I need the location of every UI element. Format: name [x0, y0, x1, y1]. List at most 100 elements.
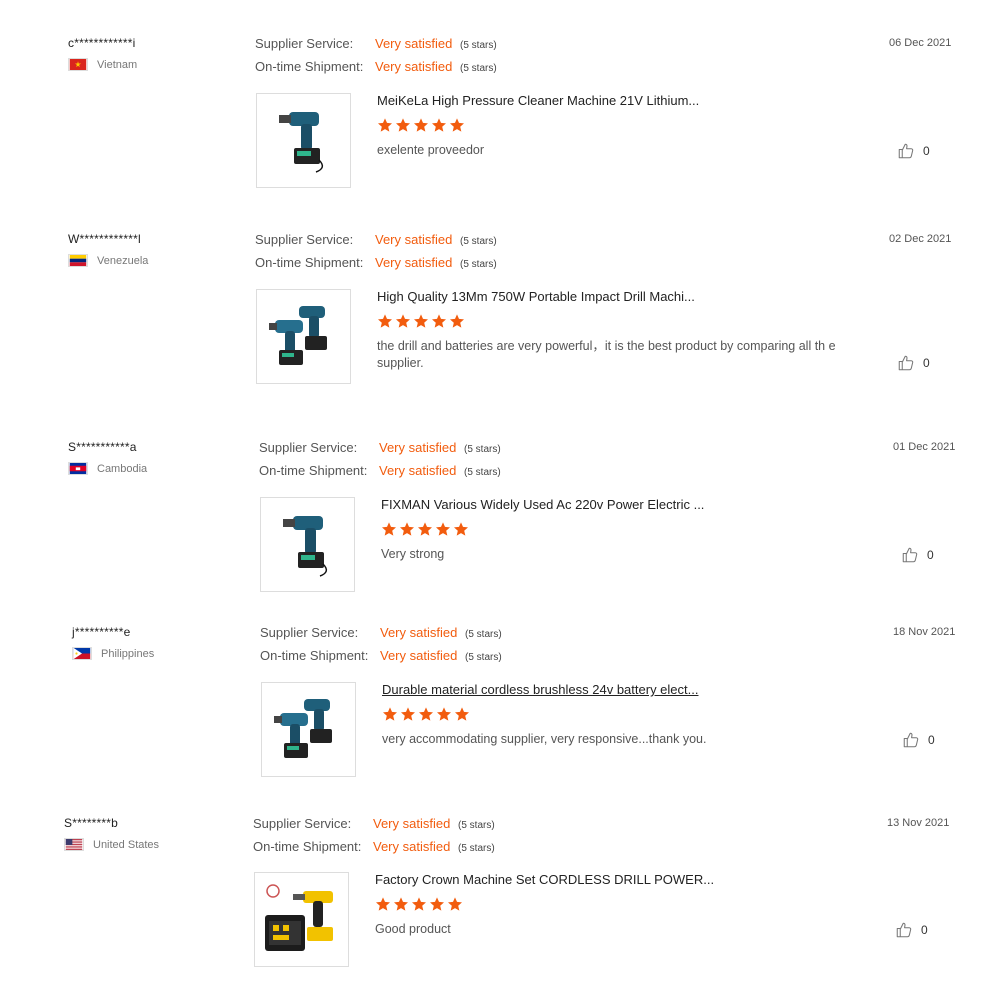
impact-wrench-icon	[279, 112, 324, 173]
supplier-ratings: Supplier Service: Very satisfied (5 star…	[260, 625, 540, 670]
ontime-shipment-rating: On-time Shipment: Very satisfied (5 star…	[260, 647, 502, 663]
star-icon	[450, 118, 464, 132]
product-title-link[interactable]: High Quality 13Mm 750W Portable Impact D…	[377, 289, 695, 304]
star-icon	[376, 897, 390, 911]
product-thumbnail[interactable]	[261, 682, 356, 777]
review-comment: Good product	[375, 922, 451, 936]
supplier-service-rating: Supplier Service: Very satisfied (5 star…	[255, 232, 497, 247]
star-icon	[383, 707, 397, 721]
star-icon	[419, 707, 433, 721]
reviewer-country: Philippines	[72, 647, 242, 660]
star-icon	[454, 522, 468, 536]
star-icon	[396, 118, 410, 132]
star-icon	[414, 118, 428, 132]
supplier-ratings: Supplier Service: Very satisfied (5 star…	[253, 816, 533, 861]
country-name: Philippines	[101, 647, 155, 660]
star-icon	[418, 522, 432, 536]
reviewer-name: c************i	[68, 36, 136, 50]
thumbs-up-icon	[896, 922, 912, 938]
cambodia-flag-icon	[68, 462, 88, 475]
supplier-service-rating: Supplier Service: Very satisfied (5 star…	[259, 440, 501, 455]
product-thumbnail[interactable]	[254, 872, 349, 967]
supplier-ratings: Supplier Service: Very satisfied (5 star…	[255, 232, 535, 277]
review-item: S********b United States Supplier Servic…	[0, 816, 1000, 1006]
product-title-link[interactable]: Durable material cordless brushless 24v …	[382, 682, 698, 697]
supplier-ratings: Supplier Service: Very satisfied (5 star…	[259, 440, 539, 485]
reviewer-name: S********b	[64, 816, 119, 830]
supplier-service-rating: Supplier Service: Very satisfied (5 star…	[260, 625, 502, 640]
review-item: W************l Venezuela Supplier Servic…	[0, 232, 1000, 422]
thumbs-up-icon	[903, 732, 919, 748]
reviewer-info: S***********a Cambodia	[68, 440, 238, 475]
supplier-service-rating: Supplier Service: Very satisfied (5 star…	[253, 816, 495, 831]
star-icon	[378, 118, 392, 132]
philippines-flag-icon	[72, 647, 92, 660]
like-count: 0	[928, 733, 935, 747]
like-button[interactable]: 0	[897, 142, 930, 160]
reviewer-name: W************l	[68, 232, 141, 246]
star-icon	[394, 897, 408, 911]
ontime-shipment-rating: On-time Shipment: Very satisfied (5 star…	[255, 254, 497, 270]
star-icon	[430, 897, 444, 911]
review-comment: exelente proveedor	[377, 143, 485, 157]
star-icon	[378, 314, 392, 328]
ontime-shipment-rating: On-time Shipment: Very satisfied (5 star…	[253, 838, 495, 854]
impact-drill-pair-icon	[269, 306, 327, 365]
country-name: Vietnam	[97, 58, 138, 71]
country-name: Cambodia	[97, 462, 148, 475]
reviewer-country: Vietnam	[68, 58, 238, 71]
reviewer-country: Cambodia	[68, 462, 238, 475]
review-item: j**********e Philippines Supplier Servic…	[0, 625, 1000, 815]
like-count: 0	[921, 923, 928, 937]
review-date: 02 Dec 2021	[889, 233, 952, 245]
like-button[interactable]: 0	[902, 731, 935, 749]
impact-wrench-icon	[283, 516, 328, 577]
product-title-link[interactable]: Factory Crown Machine Set CORDLESS DRILL…	[375, 872, 714, 887]
review-date: 06 Dec 2021	[889, 37, 952, 49]
like-count: 0	[927, 548, 934, 562]
like-button[interactable]: 0	[901, 546, 934, 564]
star-icon	[450, 314, 464, 328]
supplier-service-rating: Supplier Service: Very satisfied (5 star…	[255, 36, 497, 51]
review-comment: very accommodating supplier, very respon…	[382, 732, 707, 746]
product-title-link[interactable]: FIXMAN Various Widely Used Ac 220v Power…	[381, 497, 704, 512]
like-count: 0	[923, 144, 930, 158]
star-icon	[455, 707, 469, 721]
star-icon	[437, 707, 451, 721]
reviewer-country: United States	[64, 838, 234, 851]
star-icon	[448, 897, 462, 911]
reviewer-name: j**********e	[72, 625, 131, 639]
star-icon	[432, 118, 446, 132]
review-stars	[377, 313, 465, 329]
like-button[interactable]: 0	[895, 921, 928, 939]
thumbs-up-icon	[898, 355, 914, 371]
star-icon	[414, 314, 428, 328]
review-stars	[382, 706, 470, 722]
reviewer-info: S********b United States	[64, 816, 234, 851]
review-stars	[381, 521, 469, 537]
product-thumbnail[interactable]	[256, 93, 351, 188]
star-icon	[436, 522, 450, 536]
review-comment: Very strong	[381, 547, 445, 561]
reviewer-info: W************l Venezuela	[68, 232, 238, 267]
star-icon	[382, 522, 396, 536]
star-icon	[396, 314, 410, 328]
usa-flag-icon	[64, 838, 84, 851]
impact-drill-pair-icon	[274, 699, 332, 758]
ontime-shipment-rating: On-time Shipment: Very satisfied (5 star…	[255, 58, 497, 74]
supplier-ratings: Supplier Service: Very satisfied (5 star…	[255, 36, 535, 81]
review-comment: the drill and batteries are very powerfu…	[377, 339, 836, 370]
review-date: 18 Nov 2021	[893, 626, 956, 638]
review-item: S***********a Cambodia Supplier Service:…	[0, 440, 1000, 630]
reviewer-info: c************i Vietnam	[68, 36, 238, 71]
product-thumbnail[interactable]	[256, 289, 351, 384]
star-icon	[432, 314, 446, 328]
product-title-link[interactable]: MeiKeLa High Pressure Cleaner Machine 21…	[377, 93, 699, 108]
review-stars	[377, 117, 465, 133]
review-date: 01 Dec 2021	[893, 441, 956, 453]
star-icon	[412, 897, 426, 911]
product-thumbnail[interactable]	[260, 497, 355, 592]
reviewer-info: j**********e Philippines	[72, 625, 242, 660]
thumbs-up-icon	[902, 547, 918, 563]
like-button[interactable]: 0	[897, 354, 930, 372]
